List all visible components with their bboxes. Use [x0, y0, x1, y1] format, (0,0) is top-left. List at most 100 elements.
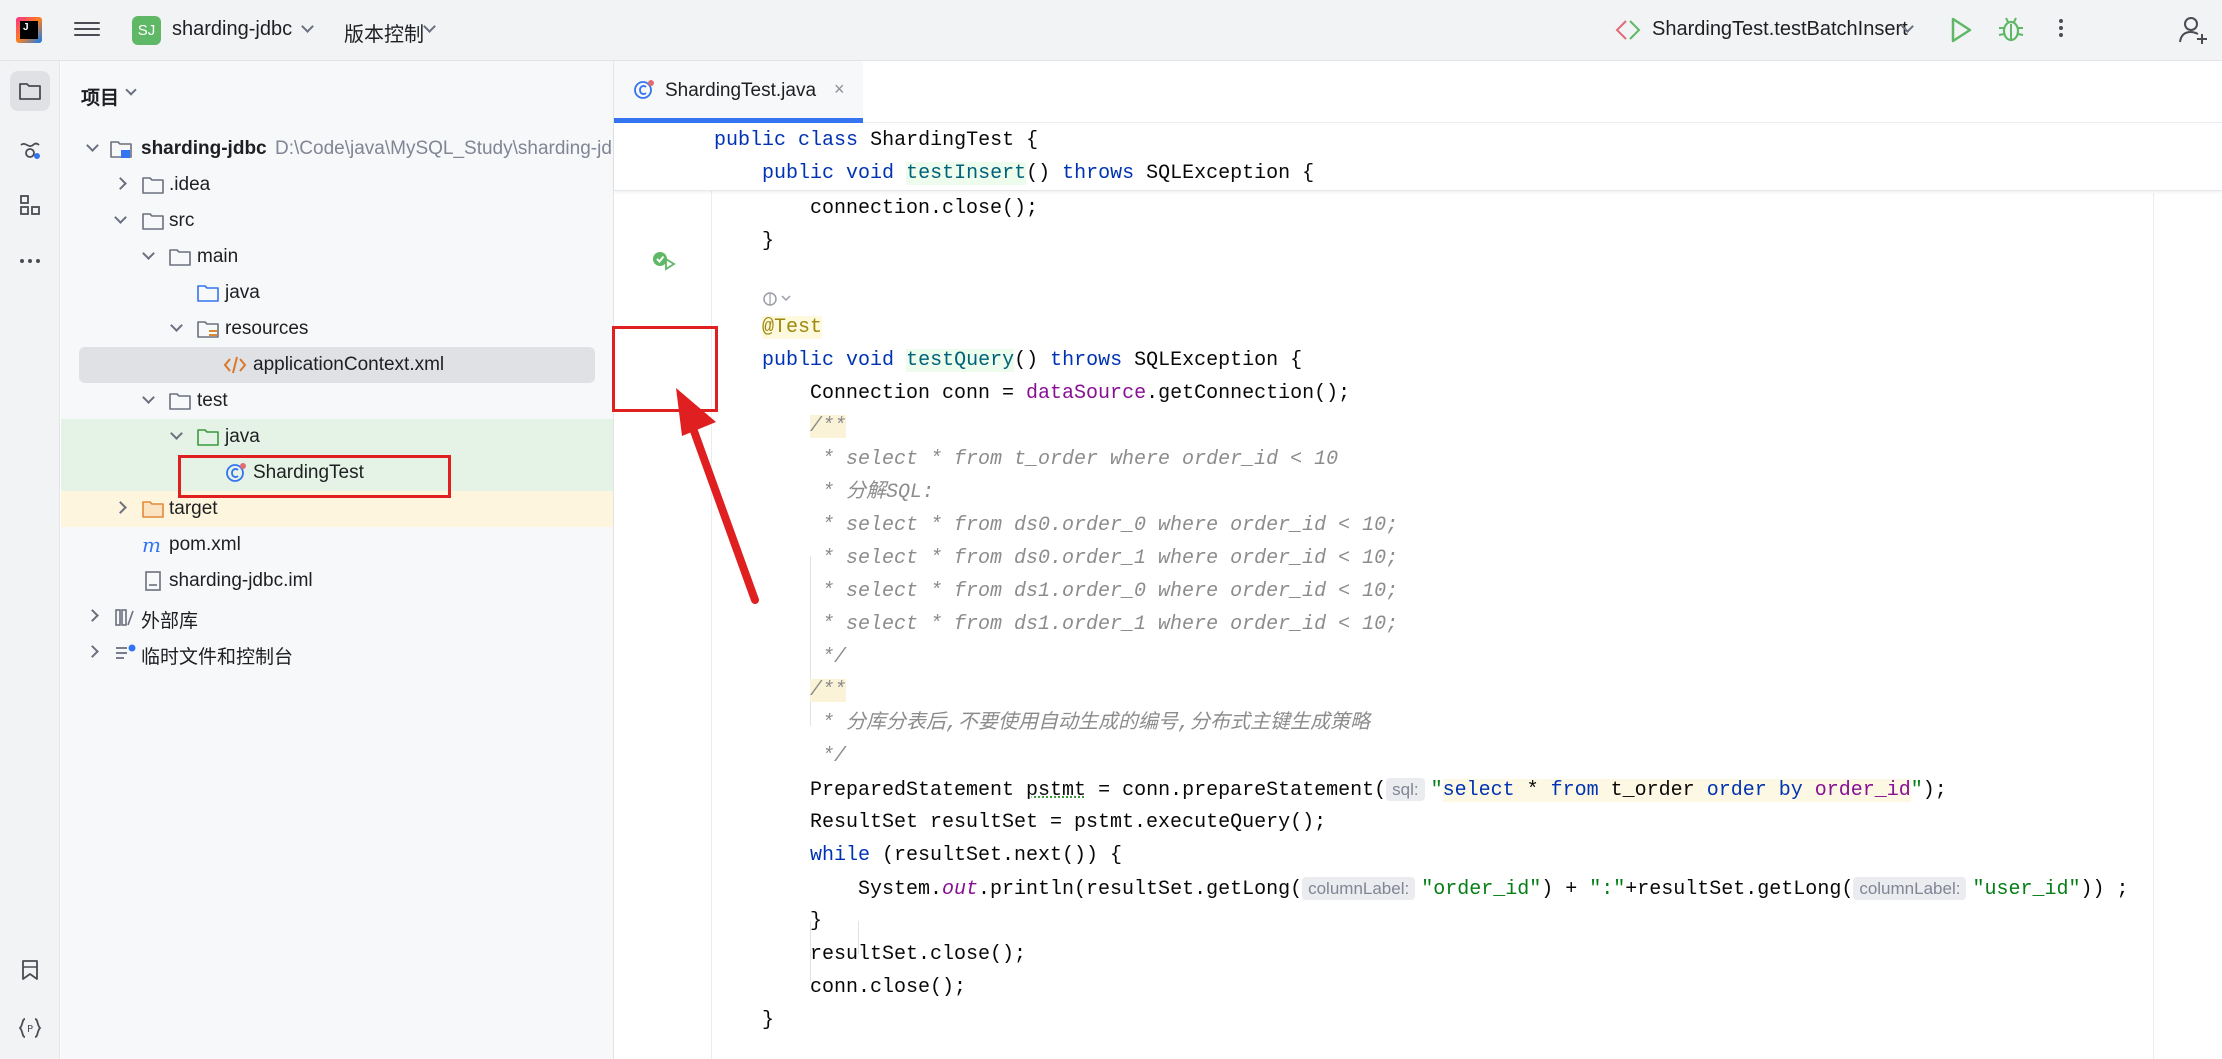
tree-item-main[interactable]: main: [61, 239, 613, 275]
tree-label: test: [197, 390, 228, 411]
tree-item-test-java[interactable]: java: [61, 419, 613, 455]
expand-arrow-icon[interactable]: [170, 319, 183, 332]
folder-icon: [142, 213, 164, 230]
expand-arrow-icon[interactable]: [86, 139, 99, 152]
chevron-down-icon[interactable]: [301, 20, 314, 33]
sticky-lines[interactable]: public class ShardingTest { public void …: [614, 123, 2222, 191]
main-menu-icon[interactable]: [74, 18, 100, 40]
code-line: * select * from ds0.order_0 where order_…: [810, 514, 1399, 537]
more-tools-icon: [20, 259, 40, 263]
code-line: */: [810, 646, 847, 669]
tree-item-sharding-jdbc[interactable]: sharding-jdbc D:\Code\java\MySQL_Study\s…: [61, 131, 613, 167]
expand-arrow-icon[interactable]: [142, 391, 155, 404]
run-test-gutter-icon[interactable]: [650, 247, 676, 273]
tree-item-main-java[interactable]: java: [61, 275, 613, 311]
structure-tool-button[interactable]: [10, 185, 50, 225]
code-line: * select * from t_order where order_id <…: [810, 448, 1339, 471]
tab-sharding-test[interactable]: ShardingTest.java ×: [614, 61, 863, 123]
tree-item-idea[interactable]: .idea: [61, 167, 613, 203]
intellij-logo-icon[interactable]: J: [16, 17, 42, 43]
svg-text:P: P: [27, 1024, 33, 1035]
folder-icon: [169, 249, 191, 266]
structure-icon: [20, 195, 40, 215]
more-tools-button[interactable]: [10, 241, 50, 281]
tree-item-resources[interactable]: resources: [61, 311, 613, 347]
tree-label: src: [169, 210, 195, 231]
chevron-down-icon[interactable]: [423, 20, 436, 33]
close-icon[interactable]: ×: [834, 79, 845, 100]
add-user-icon[interactable]: [2178, 14, 2210, 46]
code-line: /**: [810, 415, 847, 438]
parameter-hint: columnLabel:: [1853, 877, 1967, 900]
services-icon: P: [18, 1018, 42, 1038]
code-line: PreparedStatement pstmt = conn.prepareSt…: [810, 778, 1947, 802]
code-line: @Test: [762, 316, 823, 339]
more-icon[interactable]: [2055, 16, 2067, 44]
tree-item-scratches[interactable]: 临时文件和控制台: [61, 635, 613, 671]
resources-folder-icon: [197, 321, 219, 338]
tree-path: D:\Code\java\MySQL_Study\sharding-jd: [275, 138, 612, 159]
project-panel: 项目 sharding-jdbc D:\Code\java\MySQL_Stud…: [61, 61, 614, 1059]
tab-label: ShardingTest.java: [665, 80, 817, 101]
tree-item-iml[interactable]: sharding-jdbc.iml: [61, 563, 613, 599]
project-badge[interactable]: SJ: [132, 16, 161, 45]
tree-item-src[interactable]: src: [61, 203, 613, 239]
tree-label: java: [225, 426, 260, 447]
tree-label: sharding-jdbc.iml: [169, 570, 313, 591]
tree-label: .idea: [169, 174, 211, 195]
maven-icon: m: [142, 534, 161, 556]
code-line: System.out.println(resultSet.getLong(col…: [858, 877, 2129, 901]
tree-item-pom[interactable]: m pom.xml: [61, 527, 613, 563]
run-config-selector[interactable]: ShardingTest.testBatchInsert: [1652, 18, 1908, 41]
tree-label: sharding-jdbc: [141, 138, 267, 159]
code-line: connection.close();: [810, 197, 1039, 220]
folder-icon: [169, 393, 191, 410]
expand-arrow-icon[interactable]: [142, 247, 155, 260]
debug-icon[interactable]: [1996, 14, 2026, 44]
folder-icon: [19, 83, 41, 100]
expand-arrow-icon[interactable]: [114, 211, 127, 224]
library-icon: [115, 609, 134, 626]
expand-arrow-icon[interactable]: [114, 177, 127, 190]
chevron-down-icon[interactable]: [125, 84, 137, 96]
code-line: * 分解SQL:: [810, 481, 935, 504]
tree-label: applicationContext.xml: [253, 354, 445, 375]
code-line: resultSet.close();: [810, 943, 1027, 966]
panel-title[interactable]: 项目: [81, 83, 119, 110]
project-tool-button[interactable]: [10, 71, 50, 111]
vcs-menu[interactable]: 版本控制: [344, 18, 424, 47]
tree-label: pom.xml: [169, 534, 241, 555]
bookmarks-tool-button[interactable]: [10, 950, 50, 990]
right-margin-guide: [2153, 193, 2154, 1059]
code-line: ResultSet resultSet = pstmt.executeQuery…: [810, 811, 1327, 834]
code-line: * select * from ds1.order_0 where order_…: [810, 580, 1399, 603]
expand-arrow-icon[interactable]: [114, 501, 127, 514]
scratches-icon: [116, 644, 136, 659]
iml-file-icon: [145, 571, 161, 591]
tool-window-strip: P: [0, 61, 60, 1059]
code-vision-icon[interactable]: [762, 289, 796, 309]
expand-arrow-icon[interactable]: [86, 645, 99, 658]
run-icon[interactable]: [1948, 16, 1974, 44]
commit-tool-button[interactable]: [10, 129, 50, 169]
services-tool-button[interactable]: P: [10, 1008, 50, 1048]
code-editor[interactable]: ShardingTest.java × public class Shardin…: [614, 61, 2222, 1059]
code-line: /**: [810, 679, 847, 702]
tree-item-test[interactable]: test: [61, 383, 613, 419]
code-line: }: [762, 230, 775, 253]
code-line: * select * from ds1.order_1 where order_…: [810, 613, 1399, 636]
tree-label: java: [225, 282, 260, 303]
test-folder-icon: [197, 429, 219, 446]
tree-item-external-libraries[interactable]: 外部库: [61, 599, 613, 635]
test-class-icon: [634, 80, 654, 99]
project-name[interactable]: sharding-jdbc: [172, 18, 292, 41]
highlight-box-sharding-test: [178, 455, 451, 498]
expand-arrow-icon[interactable]: [170, 427, 183, 440]
tree-item-application-context[interactable]: applicationContext.xml: [79, 347, 595, 383]
code-line: public void testInsert() throws SQLExcep…: [762, 162, 1315, 185]
code-line: }: [762, 1009, 775, 1032]
module-folder-icon: [110, 141, 132, 158]
code-line: */: [810, 745, 847, 768]
run-config-icon[interactable]: [1614, 18, 1642, 42]
expand-arrow-icon[interactable]: [86, 609, 99, 622]
